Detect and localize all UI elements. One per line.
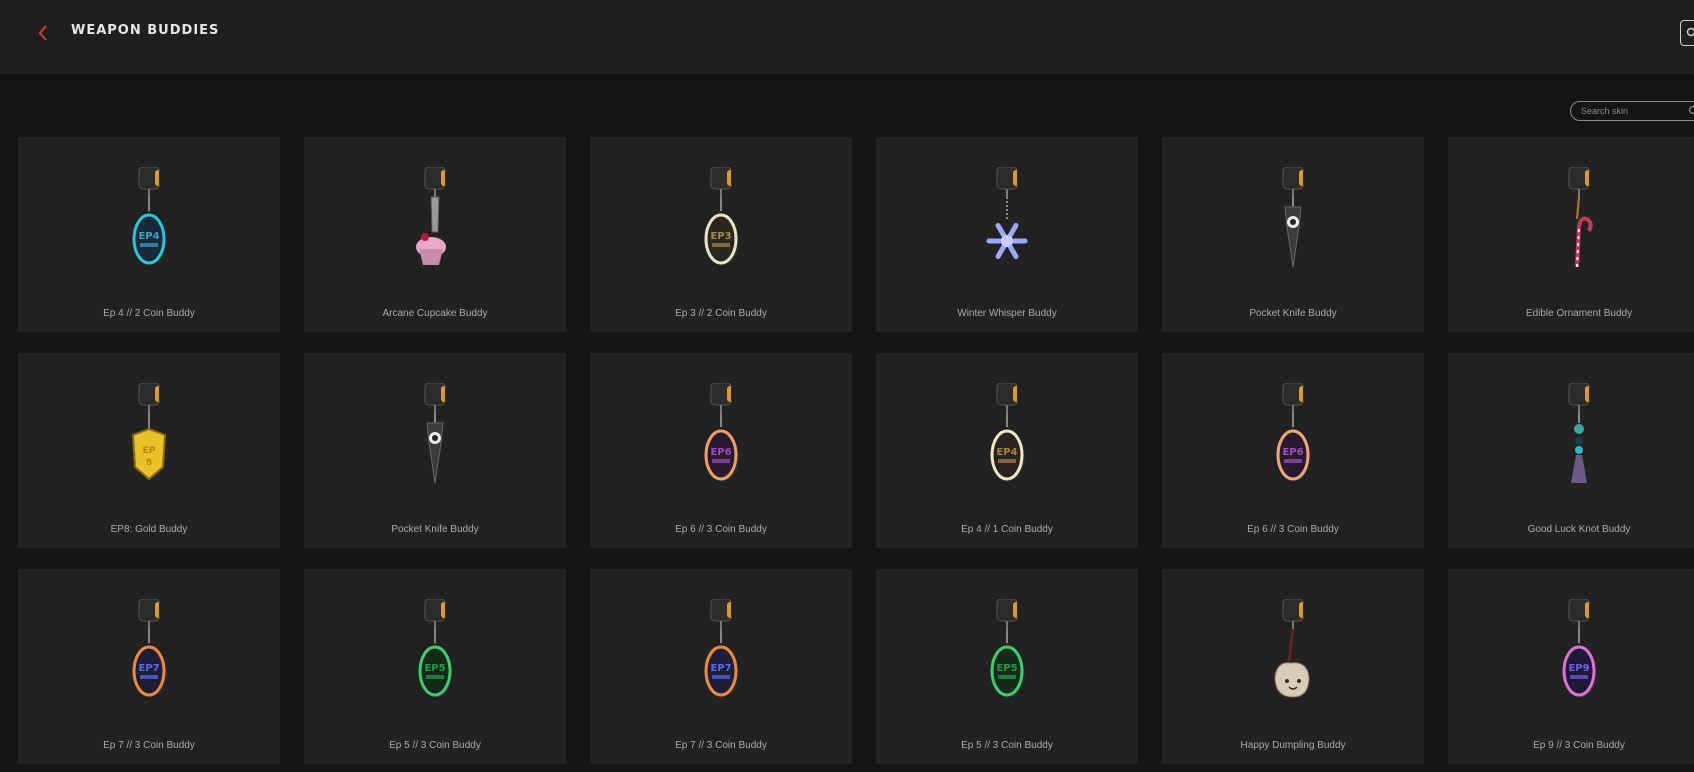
buddy-name: EP8: Gold Buddy	[110, 524, 188, 535]
buddy-name: Ep 5 // 3 Coin Buddy	[389, 740, 481, 751]
back-button[interactable]	[30, 20, 56, 46]
buddy-grid: EP4 Ep 4 // 2 Coin Buddy Arcane Cupcake Bu…	[18, 137, 1694, 764]
svg-text:EP3: EP3	[710, 231, 731, 242]
buddy-image	[1549, 166, 1609, 277]
buddy-image: EP 8	[119, 382, 179, 493]
buddy-name: Ep 6 // 3 Coin Buddy	[675, 524, 767, 535]
buddy-image	[1263, 598, 1323, 709]
buddy-card[interactable]: Happy Dumpling Buddy	[1162, 569, 1424, 764]
buddy-image: EP9	[1549, 598, 1609, 709]
buddy-name: Edible Ornament Buddy	[1525, 308, 1633, 319]
buddy-card[interactable]: Good Luck Knot Buddy	[1448, 353, 1694, 548]
buddy-name: Ep 9 // 3 Coin Buddy	[1533, 740, 1625, 751]
buddy-image: EP3	[691, 166, 751, 277]
buddy-image	[405, 382, 465, 493]
svg-text:EP5: EP5	[424, 663, 445, 674]
search-icon	[1686, 27, 1694, 37]
buddy-card[interactable]: Pocket Knife Buddy	[304, 353, 566, 548]
svg-text:EP4: EP4	[138, 231, 159, 242]
svg-text:EP7: EP7	[710, 663, 731, 674]
svg-text:EP6: EP6	[710, 447, 731, 458]
svg-text:EP7: EP7	[138, 663, 159, 674]
buddy-name: Ep 4 // 1 Coin Buddy	[961, 524, 1053, 535]
buddy-name: Good Luck Knot Buddy	[1527, 524, 1631, 535]
buddy-card[interactable]: Arcane Cupcake Buddy	[304, 137, 566, 332]
buddy-name: Pocket Knife Buddy	[391, 524, 479, 535]
buddy-name: Ep 5 // 3 Coin Buddy	[961, 740, 1053, 751]
buddy-name: Arcane Cupcake Buddy	[382, 308, 488, 319]
buddy-card[interactable]: Edible Ornament Buddy	[1448, 137, 1694, 332]
buddy-image: EP6	[691, 382, 751, 493]
chevron-left-icon	[38, 25, 47, 41]
buddy-name: Ep 4 // 2 Coin Buddy	[103, 308, 195, 319]
buddy-card[interactable]: EP7 Ep 7 // 3 Coin Buddy	[18, 569, 280, 764]
buddy-name: Ep 3 // 2 Coin Buddy	[675, 308, 767, 319]
buddy-name: Winter Whisper Buddy	[957, 308, 1057, 319]
buddy-image: EP5	[977, 598, 1037, 709]
buddy-card[interactable]: EP5 Ep 5 // 3 Coin Buddy	[304, 569, 566, 764]
buddy-image: EP6	[1263, 382, 1323, 493]
svg-text:EP4: EP4	[996, 447, 1017, 458]
buddy-card[interactable]: EP 8 EP8: Gold Buddy	[18, 353, 280, 548]
buddy-card[interactable]: EP4 Ep 4 // 2 Coin Buddy	[18, 137, 280, 332]
buddy-name: Ep 7 // 3 Coin Buddy	[103, 740, 195, 751]
buddy-card[interactable]: EP5 Ep 5 // 3 Coin Buddy	[876, 569, 1138, 764]
buddy-image	[1549, 382, 1609, 493]
buddy-image	[1263, 166, 1323, 277]
buddy-card[interactable]: EP6 Ep 6 // 3 Coin Buddy	[1162, 353, 1424, 548]
buddy-image: EP4	[977, 382, 1037, 493]
buddy-card[interactable]: EP9 Ep 9 // 3 Coin Buddy	[1448, 569, 1694, 764]
search-input[interactable]	[1581, 106, 1681, 116]
search-toggle-button[interactable]	[1680, 20, 1694, 46]
page-title: WEAPON BUDDIES	[71, 23, 220, 38]
buddy-image: EP7	[119, 598, 179, 709]
buddy-name: Pocket Knife Buddy	[1249, 308, 1337, 319]
buddy-image	[977, 166, 1037, 277]
svg-text:EP: EP	[143, 446, 156, 456]
buddy-image: EP7	[691, 598, 751, 709]
search-icon	[1688, 105, 1694, 115]
buddy-card[interactable]: EP7 Ep 7 // 3 Coin Buddy	[590, 569, 852, 764]
buddy-card[interactable]: Pocket Knife Buddy	[1162, 137, 1424, 332]
top-bar: WEAPON BUDDIES	[0, 0, 1694, 74]
buddy-card[interactable]: EP3 Ep 3 // 2 Coin Buddy	[590, 137, 852, 332]
buddy-image: EP5	[405, 598, 465, 709]
buddy-name: Ep 6 // 3 Coin Buddy	[1247, 524, 1339, 535]
buddy-image	[405, 166, 465, 277]
buddy-card[interactable]: EP4 Ep 4 // 1 Coin Buddy	[876, 353, 1138, 548]
svg-text:EP9: EP9	[1568, 663, 1589, 674]
svg-text:EP6: EP6	[1282, 447, 1303, 458]
buddy-image: EP4	[119, 166, 179, 277]
buddy-card[interactable]: EP6 Ep 6 // 3 Coin Buddy	[590, 353, 852, 548]
svg-text:8: 8	[146, 458, 152, 468]
search-box	[1570, 101, 1694, 121]
buddy-card[interactable]: Winter Whisper Buddy	[876, 137, 1138, 332]
svg-text:EP5: EP5	[996, 663, 1017, 674]
buddy-name: Ep 7 // 3 Coin Buddy	[675, 740, 767, 751]
buddy-name: Happy Dumpling Buddy	[1240, 740, 1346, 751]
